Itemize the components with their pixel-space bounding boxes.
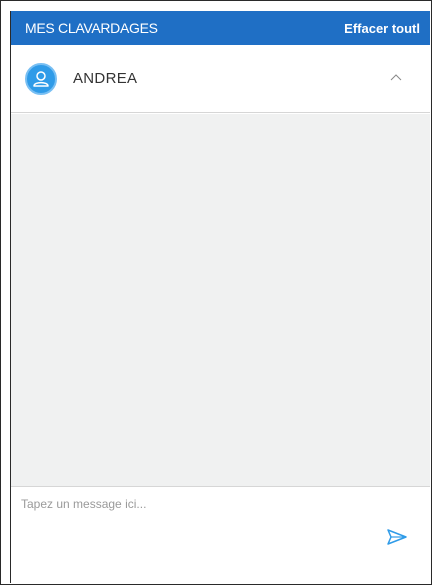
- user-icon: [33, 70, 49, 87]
- chevron-up-icon: [390, 74, 402, 81]
- header-title: MES CLAVARDAGES: [25, 20, 158, 36]
- avatar: [25, 62, 57, 95]
- contact-row-andrea[interactable]: ANDREA: [11, 45, 430, 113]
- contact-name: ANDREA: [73, 70, 138, 87]
- clear-all-button[interactable]: Effacer toutl: [344, 21, 420, 36]
- chat-header: MES CLAVARDAGES Effacer toutl: [11, 11, 430, 45]
- message-area: [11, 114, 430, 487]
- composer: [11, 487, 430, 583]
- send-button[interactable]: [386, 527, 408, 547]
- collapse-toggle[interactable]: [388, 69, 404, 85]
- chat-window: MES CLAVARDAGES Effacer toutl ANDREA: [0, 0, 432, 585]
- send-icon: [387, 529, 407, 545]
- message-input[interactable]: [19, 495, 363, 549]
